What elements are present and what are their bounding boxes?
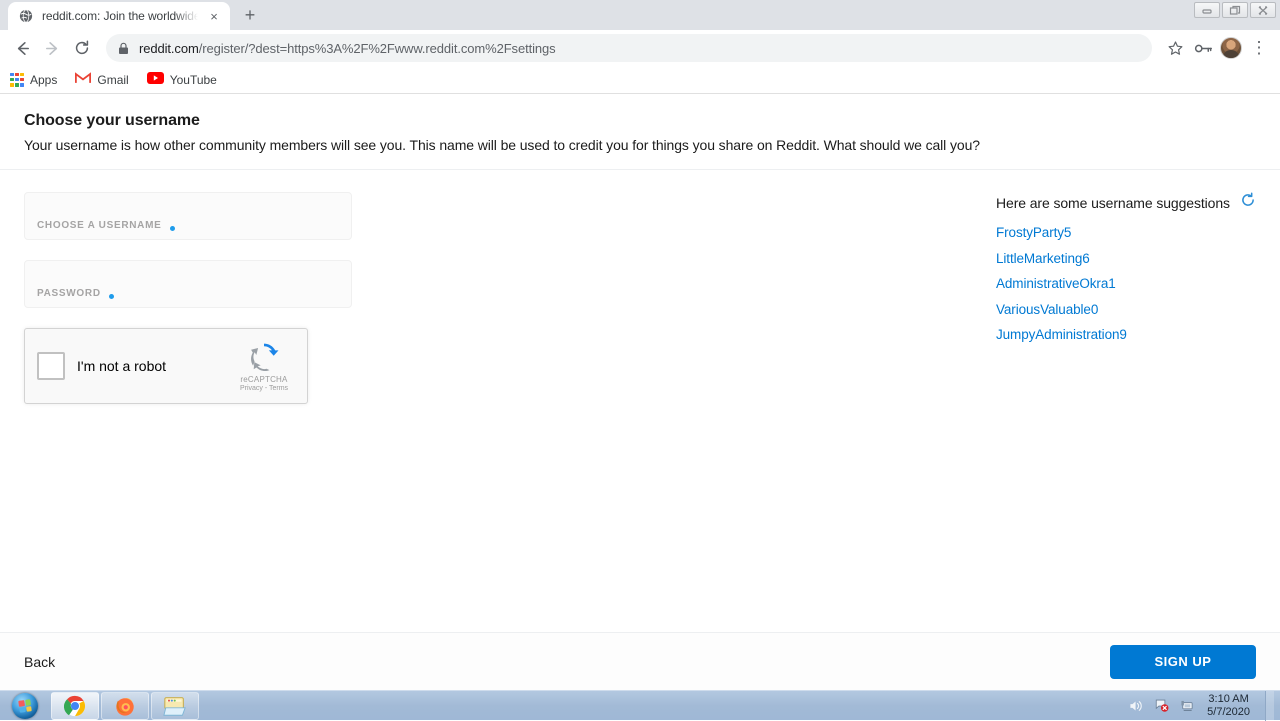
page-header: Choose your username Your username is ho…	[0, 94, 1280, 170]
suggestion-item[interactable]: JumpyAdministration9	[996, 327, 1266, 342]
url-text: reddit.com/register/?dest=https%3A%2F%2F…	[139, 41, 556, 56]
window-minimize-button[interactable]	[1194, 2, 1220, 18]
url-path: /register/?dest=https%3A%2F%2Fwww.reddit…	[198, 40, 556, 56]
suggestions-heading: Here are some username suggestions	[996, 194, 1230, 211]
browser-tab-reddit[interactable]: reddit.com: Join the worldwide c ×	[8, 2, 230, 30]
tab-close-icon[interactable]: ×	[206, 8, 222, 24]
avatar	[1220, 37, 1242, 59]
recaptcha-branding: reCAPTCHA Privacy - Terms	[233, 341, 295, 392]
show-desktop-button[interactable]	[1265, 690, 1274, 721]
window-restore-button[interactable]	[1222, 2, 1248, 18]
url-host: reddit.com	[139, 40, 199, 56]
window-close-button[interactable]	[1250, 2, 1276, 18]
clock-date: 5/7/2020	[1207, 705, 1250, 718]
window-controls	[1194, 2, 1276, 18]
explorer-icon	[163, 696, 186, 716]
profile-avatar[interactable]	[1218, 35, 1244, 61]
recaptcha-logo-icon	[248, 341, 280, 373]
windows-start-orb-icon	[12, 692, 38, 719]
suggestion-item[interactable]: FrostyParty5	[996, 225, 1266, 240]
bookmark-star-icon[interactable]	[1162, 35, 1188, 61]
lock-icon	[118, 42, 130, 55]
page-footer: Back SIGN UP	[0, 632, 1280, 690]
recaptcha-checkbox[interactable]	[37, 352, 65, 380]
username-input-label: CHOOSE A USERNAME	[37, 220, 162, 231]
password-key-icon[interactable]	[1190, 35, 1216, 61]
browser-window: reddit.com: Join the worldwide c × + red…	[0, 0, 1280, 690]
chrome-menu-icon[interactable]: ⋮	[1246, 35, 1272, 61]
apps-grid-icon	[10, 72, 24, 87]
reload-icon[interactable]	[68, 34, 96, 62]
suggestion-item[interactable]: AdministrativeOkra1	[996, 276, 1266, 291]
bookmark-gmail-label: Gmail	[97, 72, 129, 87]
globe-icon	[18, 8, 34, 24]
page-title: Choose your username	[24, 112, 200, 129]
start-button[interactable]	[1, 692, 49, 720]
recaptcha-label: I'm not a robot	[77, 358, 167, 374]
page-body: CHOOSE A USERNAME PASSWORD I'm not a rob…	[0, 170, 1280, 630]
taskbar-explorer[interactable]	[151, 691, 199, 720]
password-required-dot	[108, 294, 114, 299]
volume-icon[interactable]	[1128, 698, 1144, 714]
new-tab-button[interactable]: +	[236, 1, 264, 29]
refresh-icon[interactable]	[1240, 192, 1256, 213]
taskbar-chrome[interactable]	[51, 691, 99, 720]
clock-time: 3:10 AM	[1208, 692, 1249, 705]
taskbar-clock[interactable]: 3:10 AM 5/7/2020	[1203, 693, 1256, 719]
suggestions-header: Here are some username suggestions	[996, 192, 1266, 213]
taskbar-firefox[interactable]	[101, 691, 149, 720]
suggestion-item[interactable]: VariousValuable0	[996, 302, 1266, 317]
gmail-icon	[75, 71, 92, 89]
username-required-dot	[169, 226, 175, 231]
username-input[interactable]: CHOOSE A USERNAME	[24, 192, 352, 240]
windows-taskbar: 3:10 AM 5/7/2020	[0, 690, 1280, 721]
recaptcha-brand-label: reCAPTCHA	[240, 374, 288, 384]
bookmark-youtube[interactable]: YouTube	[146, 71, 217, 89]
recaptcha-legal-links[interactable]: Privacy - Terms	[233, 385, 295, 392]
browser-toolbar: reddit.com/register/?dest=https%3A%2F%2F…	[0, 30, 1280, 66]
action-center-flag-icon[interactable]	[1153, 698, 1169, 714]
bookmark-gmail[interactable]: Gmail	[75, 71, 129, 89]
youtube-icon	[146, 71, 164, 89]
username-suggestions-panel: Here are some username suggestions Frost…	[996, 192, 1266, 353]
signup-button[interactable]: SIGN UP	[1110, 644, 1256, 679]
page-subtitle: Your username is how other community mem…	[24, 137, 980, 153]
back-navigation-icon[interactable]	[8, 34, 36, 62]
password-input-label: PASSWORD	[37, 288, 101, 299]
bookmark-youtube-label: YouTube	[169, 72, 217, 87]
tab-title: reddit.com: Join the worldwide c	[42, 9, 198, 23]
firefox-icon	[116, 697, 134, 716]
reddit-register-page: Choose your username Your username is ho…	[0, 94, 1280, 690]
chrome-icon	[64, 695, 86, 716]
network-icon[interactable]	[1178, 698, 1194, 714]
system-tray: 3:10 AM 5/7/2020	[1128, 690, 1280, 721]
recaptcha-widget[interactable]: I'm not a robot reCAPTCHA Privacy - Term…	[24, 328, 308, 404]
bookmarks-bar: Apps Gmail YouTube	[0, 66, 1280, 94]
tab-strip: reddit.com: Join the worldwide c × +	[0, 0, 1280, 30]
windows-logo-icon	[18, 698, 32, 713]
signup-form: CHOOSE A USERNAME PASSWORD I'm not a rob…	[24, 192, 354, 630]
bookmark-apps[interactable]: Apps	[10, 72, 58, 87]
suggestion-item[interactable]: LittleMarketing6	[996, 251, 1266, 266]
forward-navigation-icon[interactable]	[38, 34, 66, 62]
address-bar[interactable]: reddit.com/register/?dest=https%3A%2F%2F…	[106, 34, 1152, 62]
back-button[interactable]: Back	[24, 654, 55, 670]
password-input[interactable]: PASSWORD	[24, 260, 352, 308]
bookmark-apps-label: Apps	[30, 72, 58, 87]
